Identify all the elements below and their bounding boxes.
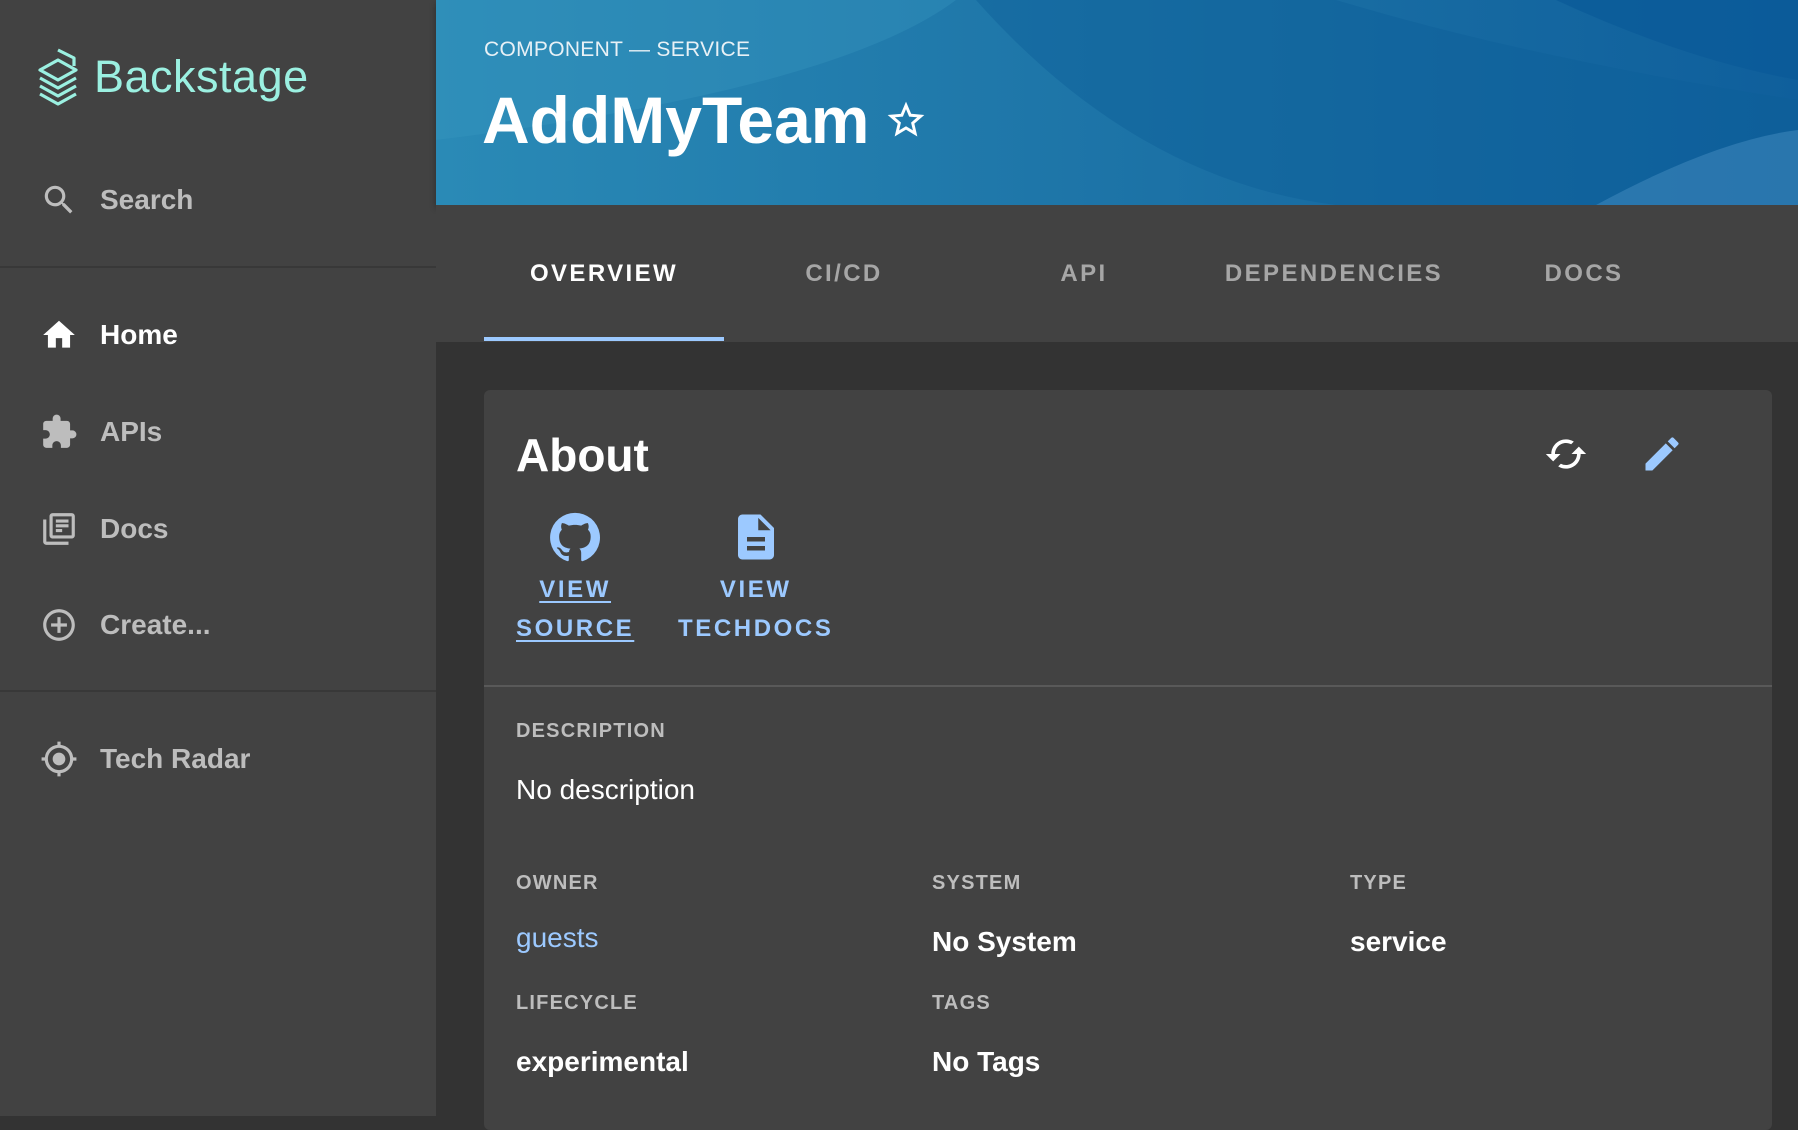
view-source-line1: VIEW — [539, 576, 612, 603]
system-value: No System — [932, 926, 1077, 957]
search-icon — [40, 181, 78, 219]
sidebar-item-label: Home — [100, 319, 178, 350]
sidebar-item-apis[interactable]: APIs — [0, 396, 436, 468]
tab-docs[interactable]: DOCS — [1464, 205, 1704, 342]
entity-tabs: OVERVIEW CI/CD API DEPENDENCIES DOCS — [436, 205, 1798, 342]
tab-api[interactable]: API — [964, 205, 1204, 342]
refresh-icon — [1545, 439, 1587, 469]
card-divider — [484, 685, 1772, 687]
type-value: service — [1350, 926, 1447, 957]
sidebar-divider — [0, 690, 436, 692]
tab-dependencies[interactable]: DEPENDENCIES — [1204, 205, 1464, 342]
view-techdocs-line2: TECHDOCS — [678, 615, 834, 642]
sidebar-search[interactable]: Search — [0, 164, 436, 236]
breadcrumb: COMPONENT — SERVICE — [484, 38, 751, 61]
add-circle-icon — [40, 606, 78, 644]
type-label: TYPE — [1350, 872, 1408, 894]
library-books-icon — [40, 510, 78, 548]
sidebar-divider — [0, 266, 436, 268]
refresh-button[interactable] — [1538, 426, 1594, 482]
extension-icon — [40, 413, 78, 451]
lifecycle-value: experimental — [516, 1046, 689, 1077]
lifecycle-label: LIFECYCLE — [516, 992, 638, 1014]
owner-link[interactable]: guests — [516, 922, 599, 954]
home-icon — [40, 316, 78, 354]
sidebar-item-tech-radar[interactable]: Tech Radar — [0, 723, 436, 795]
tags-value: No Tags — [932, 1046, 1041, 1077]
sidebar: Backstage Search Home APIs Docs Create..… — [0, 0, 436, 1116]
system-label: SYSTEM — [932, 872, 1022, 894]
star-outline-icon[interactable] — [884, 98, 928, 142]
edit-button[interactable] — [1634, 426, 1690, 482]
tab-ci-cd[interactable]: CI/CD — [724, 205, 964, 342]
sidebar-item-home[interactable]: Home — [0, 299, 436, 371]
radar-icon — [40, 740, 78, 778]
edit-icon — [1645, 437, 1679, 471]
view-source-link[interactable]: VIEW SOURCE — [516, 510, 634, 648]
github-icon — [550, 512, 601, 562]
view-source-line2: SOURCE — [516, 615, 635, 642]
sidebar-item-label: Docs — [100, 513, 169, 544]
sidebar-item-create[interactable]: Create... — [0, 589, 436, 661]
backstage-logo-icon — [38, 48, 78, 106]
sidebar-search-label: Search — [100, 184, 194, 215]
active-tab-indicator — [484, 337, 724, 341]
view-techdocs-line1: VIEW — [719, 576, 792, 603]
view-techdocs-link[interactable]: VIEW TECHDOCS — [678, 510, 833, 648]
backstage-logo[interactable]: Backstage — [34, 48, 309, 106]
document-icon — [737, 514, 774, 560]
page-title: AddMyTeam — [482, 83, 870, 157]
about-card-title: About — [516, 429, 649, 481]
app-name: Backstage — [94, 51, 309, 102]
sidebar-item-label: APIs — [100, 416, 163, 447]
about-card: About VIEW SOURCE VIEW TECHDOCS DESCRIPT… — [484, 390, 1772, 1130]
entity-header: COMPONENT — SERVICE AddMyTeam — [436, 0, 1798, 205]
description-value: No description — [516, 774, 695, 805]
sidebar-item-label: Create... — [100, 609, 211, 640]
sidebar-item-docs[interactable]: Docs — [0, 493, 436, 565]
owner-label: OWNER — [516, 872, 599, 894]
tab-overview[interactable]: OVERVIEW — [484, 205, 724, 342]
tags-label: TAGS — [932, 992, 991, 1014]
description-label: DESCRIPTION — [516, 720, 666, 742]
sidebar-item-label: Tech Radar — [100, 743, 251, 774]
